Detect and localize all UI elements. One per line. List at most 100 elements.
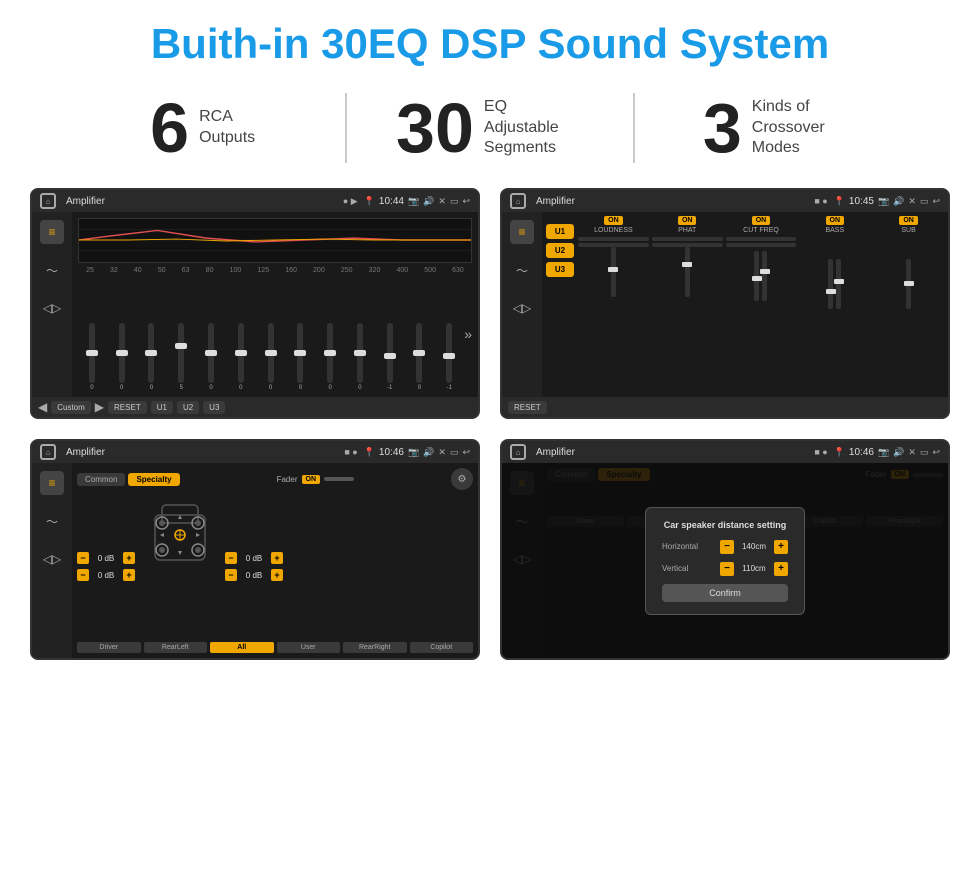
- phat-on[interactable]: ON: [678, 216, 697, 225]
- horizontal-minus[interactable]: −: [720, 540, 734, 554]
- home-icon-2[interactable]: ⌂: [510, 193, 526, 209]
- eq-slider-13[interactable]: -1: [435, 323, 463, 391]
- u2-btn[interactable]: U2: [177, 401, 199, 414]
- home-icon-3[interactable]: ⌂: [40, 444, 56, 460]
- page-title: Buith-in 30EQ DSP Sound System: [0, 0, 980, 78]
- wave-icon[interactable]: 〜: [40, 258, 64, 282]
- screen4-status-bar: ⌂ Amplifier ■ ● 📍 10:46 📷 🔊 ✕ ▭ ↩: [502, 441, 948, 463]
- eq-slider-3[interactable]: 0: [138, 323, 166, 391]
- vol1-value: 0 dB: [92, 554, 120, 563]
- screen1-time: 10:44: [379, 196, 404, 207]
- horizontal-plus[interactable]: +: [774, 540, 788, 554]
- rearleft-btn[interactable]: RearLeft: [144, 642, 208, 653]
- u3-btn[interactable]: U3: [203, 401, 225, 414]
- confirm-button[interactable]: Confirm: [662, 584, 788, 602]
- vol3-plus[interactable]: +: [271, 552, 283, 564]
- vol3-minus[interactable]: −: [225, 552, 237, 564]
- bass-on[interactable]: ON: [826, 216, 845, 225]
- eq-icon-3[interactable]: ≡: [40, 471, 64, 495]
- location-icon-4: 📍: [834, 447, 845, 458]
- u3-preset[interactable]: U3: [546, 262, 574, 277]
- volume-icon: 🔊: [423, 196, 434, 207]
- wave-icon-3[interactable]: 〜: [40, 509, 64, 533]
- vertical-value: 110cm: [738, 564, 770, 573]
- user-btn[interactable]: User: [277, 642, 341, 653]
- stat-crossover: 3 Kinds ofCrossover Modes: [635, 93, 920, 163]
- u1-preset[interactable]: U1: [546, 224, 574, 239]
- eq-slider-12[interactable]: 0: [406, 323, 434, 391]
- vol1-minus[interactable]: −: [77, 552, 89, 564]
- back-icon-4: ↩: [932, 447, 940, 458]
- screen3-status-bar: ⌂ Amplifier ■ ● 📍 10:46 📷 🔊 ✕ ▭ ↩: [32, 441, 478, 463]
- screen1-status-icons: 📍 10:44 📷 🔊 ✕ ▭ ↩: [364, 196, 470, 207]
- sub-on[interactable]: ON: [899, 216, 918, 225]
- eq-slider-8[interactable]: 0: [286, 323, 314, 391]
- eq-slider-4[interactable]: 5: [167, 323, 195, 391]
- screen4-body: ≡ 〜 ◁▷ Common Specialty Fader ON: [502, 463, 948, 658]
- eq-icon[interactable]: ≡: [40, 220, 64, 244]
- rearright-btn[interactable]: RearRight: [343, 642, 407, 653]
- vertical-plus[interactable]: +: [774, 562, 788, 576]
- vol2-plus[interactable]: +: [123, 569, 135, 581]
- next-arrow[interactable]: ▶: [95, 400, 104, 414]
- location-icon-2: 📍: [834, 196, 845, 207]
- eq-slider-5[interactable]: 0: [197, 323, 225, 391]
- eq-thumb-1: [86, 350, 98, 356]
- vol2-minus[interactable]: −: [77, 569, 89, 581]
- eq-slider-9[interactable]: 0: [316, 323, 344, 391]
- stat-eq-label: EQ AdjustableSegments: [484, 97, 584, 159]
- driver-btn[interactable]: Driver: [77, 642, 141, 653]
- vol1-plus[interactable]: +: [123, 552, 135, 564]
- common-tab[interactable]: Common: [77, 473, 125, 486]
- eq-thumb-5: [205, 350, 217, 356]
- stat-rca-number: 6: [150, 93, 189, 163]
- fader-on-badge[interactable]: ON: [302, 475, 321, 484]
- eq-icon-2[interactable]: ≡: [510, 220, 534, 244]
- cutfreq-on[interactable]: ON: [752, 216, 771, 225]
- eq-thumb-10: [354, 350, 366, 356]
- screen4-title: Amplifier: [536, 447, 808, 458]
- eq-slider-2[interactable]: 0: [108, 323, 136, 391]
- prev-arrow[interactable]: ◀: [38, 400, 47, 414]
- vol4-minus[interactable]: −: [225, 569, 237, 581]
- loudness-on[interactable]: ON: [604, 216, 623, 225]
- eq-slider-10[interactable]: 0: [346, 323, 374, 391]
- vertical-minus[interactable]: −: [720, 562, 734, 576]
- cross-bottom-buttons: Driver RearLeft All User RearRight Copil…: [77, 642, 473, 653]
- speaker-icon[interactable]: ◁▷: [40, 296, 64, 320]
- window-icon-4: ▭: [920, 447, 929, 458]
- all-btn[interactable]: All: [210, 642, 274, 653]
- location-icon-3: 📍: [364, 447, 375, 458]
- eq-thumb-12: [413, 350, 425, 356]
- specialty-tab[interactable]: Specialty: [128, 473, 179, 486]
- vol4-plus[interactable]: +: [271, 569, 283, 581]
- u1-btn[interactable]: U1: [151, 401, 173, 414]
- screen2-reset[interactable]: RESET: [508, 401, 547, 414]
- screen-cross-container: ⌂ Amplifier ■ ● 📍 10:46 📷 🔊 ✕ ▭ ↩ ≡: [30, 439, 480, 660]
- eq-slider-11[interactable]: -1: [376, 323, 404, 391]
- u2-preset[interactable]: U2: [546, 243, 574, 258]
- custom-btn[interactable]: Custom: [51, 401, 91, 414]
- home-icon-4[interactable]: ⌂: [510, 444, 526, 460]
- settings-icon[interactable]: ⚙: [451, 468, 473, 490]
- dialog-title: Car speaker distance setting: [662, 520, 788, 530]
- eq-thumb-8: [294, 350, 306, 356]
- eq-scroll-right[interactable]: »: [464, 326, 472, 342]
- fader-slider[interactable]: [324, 477, 354, 481]
- eq-slider-7[interactable]: 0: [257, 323, 285, 391]
- eq-slider-1[interactable]: 0: [78, 323, 106, 391]
- camera-icon: 📷: [408, 196, 419, 207]
- speaker-icon-3[interactable]: ◁▷: [40, 547, 64, 571]
- reset-btn[interactable]: RESET: [108, 401, 147, 414]
- copilot-btn[interactable]: Copilot: [410, 642, 474, 653]
- eq-slider-6[interactable]: 0: [227, 323, 255, 391]
- channel-sub: ON SUB: [873, 216, 944, 393]
- speaker-icon-2[interactable]: ◁▷: [510, 296, 534, 320]
- vertical-row: Vertical − 110cm +: [662, 562, 788, 576]
- wave-icon-2[interactable]: 〜: [510, 258, 534, 282]
- speaker-distance-dialog: Car speaker distance setting Horizontal …: [645, 507, 805, 615]
- screen1-body: ≡ 〜 ◁▷: [32, 212, 478, 397]
- screen2-channels: ON LOUDNESS: [578, 216, 944, 393]
- screen-dialog: ⌂ Amplifier ■ ● 📍 10:46 📷 🔊 ✕ ▭ ↩ ≡: [500, 439, 950, 660]
- home-icon[interactable]: ⌂: [40, 193, 56, 209]
